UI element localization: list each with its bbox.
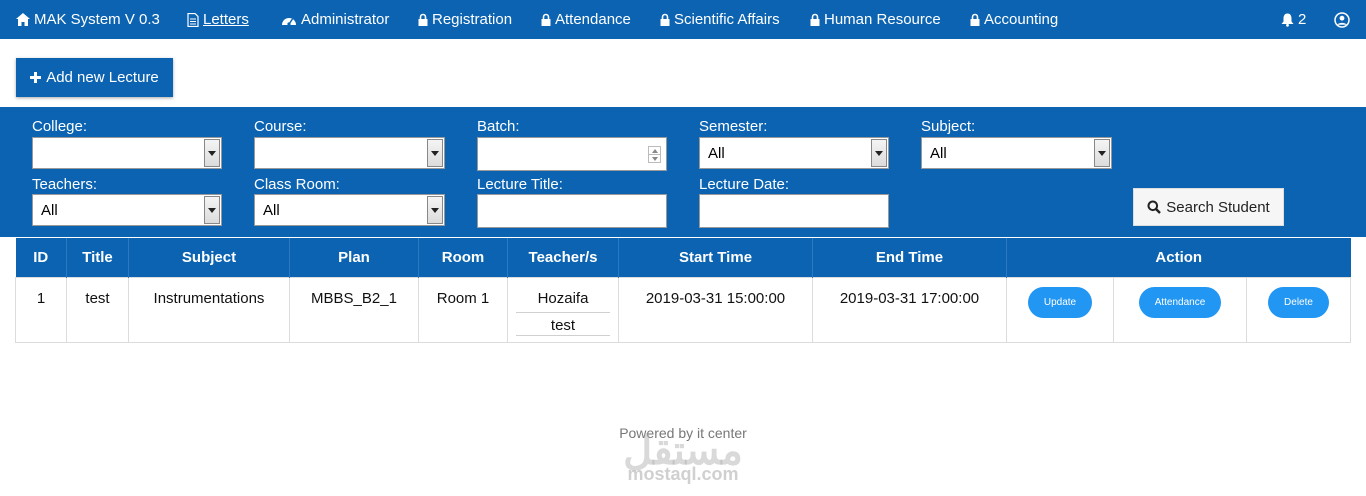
lock-icon xyxy=(541,13,551,26)
number-spinner[interactable] xyxy=(648,146,661,163)
column-header-subject: Subject xyxy=(128,238,290,277)
college-label: College: xyxy=(32,118,88,135)
semester-select[interactable]: All xyxy=(699,137,889,169)
teachers-label: Teachers: xyxy=(32,176,98,193)
cell-attendance: Attendance xyxy=(1113,276,1247,343)
lock-icon xyxy=(970,13,980,26)
cell-room: Room 1 xyxy=(418,276,508,343)
column-header-id: ID xyxy=(15,238,67,277)
add-lecture-button[interactable]: Add new Lecture xyxy=(16,58,173,97)
nav-item-label: Letters xyxy=(203,11,249,28)
course-label: Course: xyxy=(254,118,307,135)
column-header-title: Title xyxy=(66,238,129,277)
nav-item-attendance[interactable]: Attendance xyxy=(541,0,631,39)
search-student-label: Search Student xyxy=(1166,198,1270,216)
delete-button[interactable]: Delete xyxy=(1268,286,1329,318)
watermark-latin: mostaql.com xyxy=(627,464,739,484)
notification-count: 2 xyxy=(1298,11,1307,28)
nav-item-label: Scientific Affairs xyxy=(674,11,780,28)
chevron-down-icon xyxy=(427,196,443,224)
subject-select[interactable]: All xyxy=(921,137,1112,169)
nav-item-administrator[interactable]: Administrator xyxy=(281,0,389,39)
lectures-table: ID Title Subject Plan Room Teacher/s Sta… xyxy=(15,238,1352,343)
cell-start-time: 2019-03-31 15:00:00 xyxy=(618,276,813,343)
cell-plan: MBBS_B2_1 xyxy=(289,276,419,343)
nav-brand[interactable]: MAK System V 0.3 xyxy=(16,0,160,39)
attendance-button[interactable]: Attendance xyxy=(1138,286,1222,318)
cell-subject: Instrumentations xyxy=(128,276,290,343)
college-select[interactable] xyxy=(32,137,222,169)
batch-label: Batch: xyxy=(477,118,520,135)
cell-id: 1 xyxy=(15,276,67,343)
cell-delete: Delete xyxy=(1245,276,1352,343)
bell-icon xyxy=(1281,13,1294,27)
cell-end-time: 2019-03-31 17:00:00 xyxy=(812,276,1007,343)
user-circle-icon xyxy=(1334,11,1350,28)
nav-item-human-resource[interactable]: Human Resource xyxy=(810,0,941,39)
teachers-value: All xyxy=(41,202,58,219)
file-icon xyxy=(187,12,199,27)
lecture-date-label: Lecture Date: xyxy=(699,176,790,193)
semester-value: All xyxy=(708,145,725,162)
user-menu-button[interactable] xyxy=(1334,0,1350,39)
nav-item-registration[interactable]: Registration xyxy=(418,0,512,39)
teacher-name: test xyxy=(516,313,610,336)
cell-teachers: Hozaifa test xyxy=(507,276,619,343)
lock-icon xyxy=(810,13,820,26)
top-navbar: MAK System V 0.3 Letters Administrator R… xyxy=(0,0,1366,39)
lecture-date-input[interactable] xyxy=(699,194,889,228)
brand-label: MAK System V 0.3 xyxy=(34,11,160,28)
subject-label: Subject: xyxy=(921,118,976,135)
column-header-start-time: Start Time xyxy=(618,238,813,277)
plus-icon xyxy=(30,72,42,83)
spin-up-icon[interactable] xyxy=(649,147,660,154)
cell-title: test xyxy=(66,276,129,343)
teacher-name: Hozaifa xyxy=(516,290,610,313)
class-room-select[interactable]: All xyxy=(254,194,445,226)
chevron-down-icon xyxy=(427,139,443,167)
subject-value: All xyxy=(930,145,947,162)
nav-item-label: Human Resource xyxy=(824,11,941,28)
chevron-down-icon xyxy=(1094,139,1110,167)
column-header-plan: Plan xyxy=(289,238,419,277)
table-row: 1 test Instrumentations MBBS_B2_1 Room 1… xyxy=(15,276,1352,343)
nav-item-label: Attendance xyxy=(555,11,631,28)
column-header-teachers: Teacher/s xyxy=(507,238,619,277)
teachers-select[interactable]: All xyxy=(32,194,222,226)
class-room-label: Class Room: xyxy=(254,176,340,193)
home-icon xyxy=(16,13,30,26)
course-select[interactable] xyxy=(254,137,445,169)
spin-down-icon[interactable] xyxy=(649,154,660,162)
dashboard-icon xyxy=(282,17,296,26)
search-student-button[interactable]: Search Student xyxy=(1133,188,1284,226)
search-icon xyxy=(1147,200,1162,214)
batch-number-input[interactable] xyxy=(477,137,667,171)
nav-item-label: Registration xyxy=(432,11,513,28)
nav-item-letters[interactable]: Letters xyxy=(187,0,249,39)
lock-icon xyxy=(418,13,428,26)
nav-item-scientific-affairs[interactable]: Scientific Affairs xyxy=(660,0,780,39)
lecture-title-label: Lecture Title: xyxy=(477,176,563,193)
column-header-end-time: End Time xyxy=(812,238,1007,277)
chevron-down-icon xyxy=(871,139,887,167)
lock-icon xyxy=(660,13,670,26)
nav-item-accounting[interactable]: Accounting xyxy=(970,0,1058,39)
column-header-room: Room xyxy=(418,238,508,277)
lecture-title-input[interactable] xyxy=(477,194,667,228)
semester-label: Semester: xyxy=(699,118,768,135)
update-button[interactable]: Update xyxy=(1027,286,1093,318)
column-header-action: Action xyxy=(1006,238,1351,277)
notifications-button[interactable]: 2 xyxy=(1281,0,1306,39)
add-lecture-label: Add new Lecture xyxy=(46,69,159,86)
table-header-row: ID Title Subject Plan Room Teacher/s Sta… xyxy=(15,238,1351,277)
class-room-value: All xyxy=(263,202,280,219)
nav-item-label: Accounting xyxy=(984,11,1059,28)
cell-update: Update xyxy=(1006,276,1114,343)
chevron-down-icon xyxy=(204,196,220,224)
nav-item-label: Administrator xyxy=(301,11,390,28)
chevron-down-icon xyxy=(204,139,220,167)
